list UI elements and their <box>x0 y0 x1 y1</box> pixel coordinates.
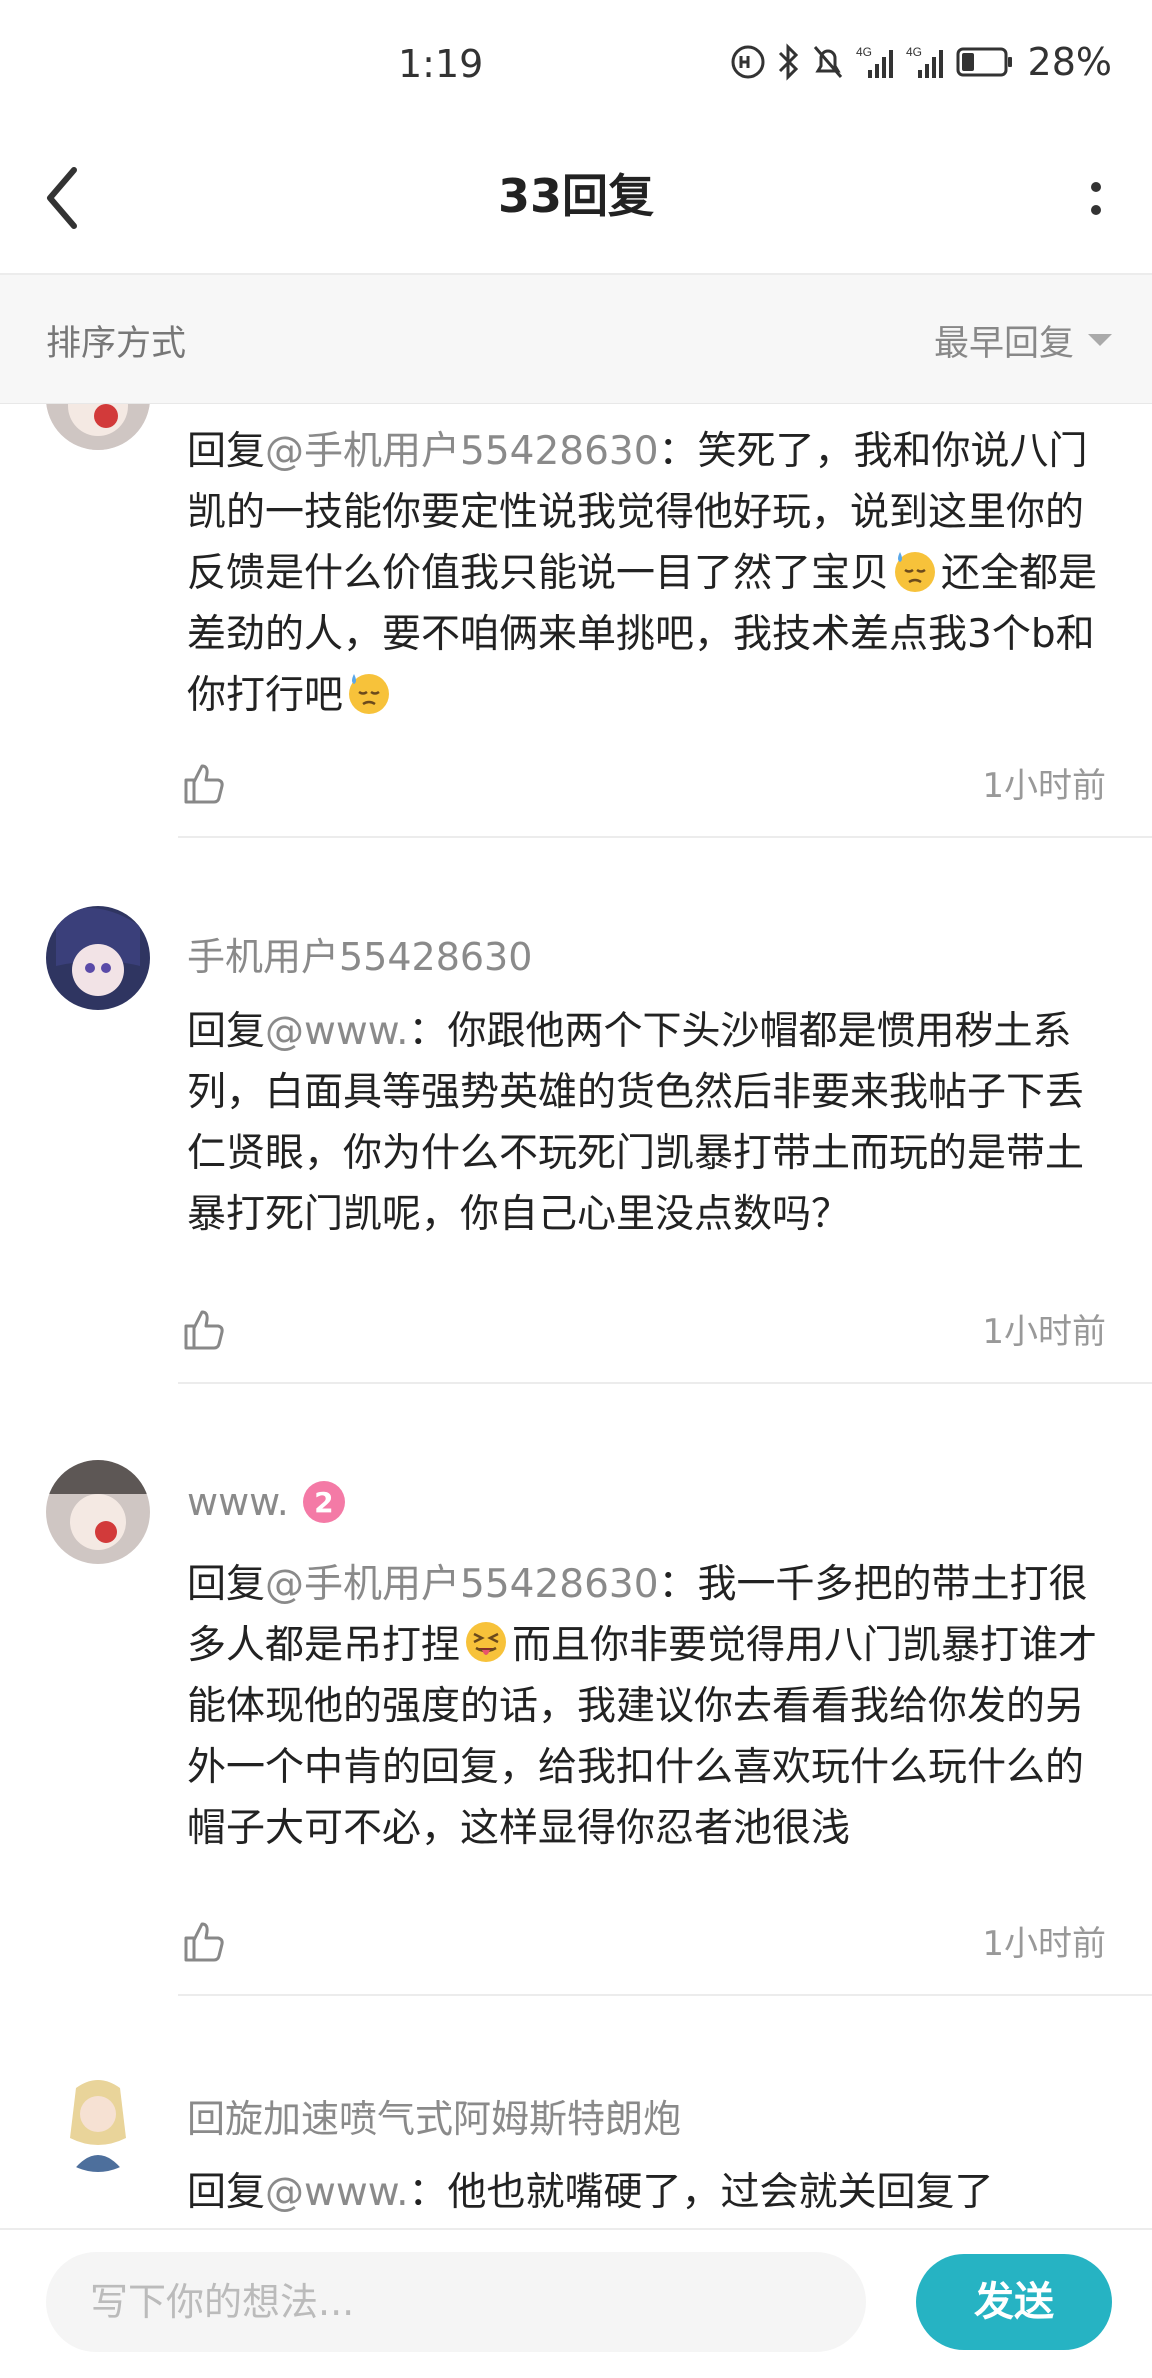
comment-list: 回复@手机用户55428630：笑死了，我和你说八门凯的一技能你要定性说我觉得他… <box>0 404 1152 2228</box>
avatar[interactable] <box>46 2068 150 2172</box>
status-bar: 1:19 4G 4G 28% <box>0 0 1152 130</box>
bluetooth-icon <box>778 43 798 81</box>
more-options-icon[interactable] <box>1086 170 1106 230</box>
reply-prefix: 回复 <box>187 1562 266 1607</box>
username[interactable]: www. 2 <box>187 1480 345 1524</box>
battery-icon <box>956 47 1012 77</box>
reply-prefix: 回复 <box>187 2170 266 2215</box>
comment-input-bar: 写下你的想法... 发送 <box>0 2228 1152 2378</box>
comment-text: 回复@手机用户55428630：我一千多把的带土打很多人都是吊打捏 而且你非要觉得… <box>187 1554 1102 1859</box>
username-text: www. <box>187 1480 289 1524</box>
signal-icon-2: 4G <box>906 45 943 78</box>
hd-call-icon <box>731 45 765 79</box>
title-bar: 33回复 <box>0 130 1152 275</box>
sweat-emoji-icon <box>895 552 936 592</box>
svg-text:4G: 4G <box>856 45 872 59</box>
username-text: 回旋加速喷气式阿姆斯特朗炮 <box>187 2097 682 2141</box>
dropdown-triangle-icon <box>1088 333 1112 346</box>
reply-mention[interactable]: @www. <box>265 2170 409 2215</box>
sort-value: 最早回复 <box>933 324 1074 364</box>
comment-time: 1小时前 <box>982 766 1106 806</box>
avatar[interactable] <box>46 906 150 1010</box>
avatar[interactable] <box>46 1460 150 1564</box>
sweat-emoji-icon <box>349 674 390 714</box>
tongue-out-emoji-icon <box>466 1622 507 1662</box>
divider <box>178 1994 1152 1996</box>
comment-text-part: ：他也就嘴硬了，过会就关回复了 <box>408 2170 994 2215</box>
reply-prefix: 回复 <box>187 1009 266 1054</box>
page-title: 33回复 <box>497 169 654 223</box>
reply-mention[interactable]: @手机用户55428630 <box>265 1562 659 1607</box>
level-badge: 2 <box>302 1481 345 1523</box>
sort-label: 排序方式 <box>46 324 187 364</box>
mute-bell-icon <box>813 46 842 78</box>
username[interactable]: 回旋加速喷气式阿姆斯特朗炮 <box>187 2088 681 2143</box>
signal-icon-1: 4G <box>856 45 893 78</box>
comment-text: 回复@手机用户55428630：笑死了，我和你说八门凯的一技能你要定性说我觉得他… <box>187 421 1102 726</box>
sort-bar: 排序方式 最早回复 <box>0 275 1152 404</box>
comment-time: 1小时前 <box>982 1924 1106 1964</box>
status-time: 1:19 <box>398 42 484 86</box>
reply-prefix: 回复 <box>187 429 266 474</box>
avatar[interactable] <box>46 404 150 450</box>
send-button[interactable]: 发送 <box>916 2254 1112 2350</box>
comment-text: 回复@www.：他也就嘴硬了，过会就关回复了 <box>187 2162 1102 2223</box>
comment-input[interactable]: 写下你的想法... <box>46 2252 866 2352</box>
sort-dropdown[interactable]: 最早回复 <box>934 315 1112 366</box>
username-text: 手机用户55428630 <box>187 935 533 979</box>
status-icons: 4G 4G 28% <box>730 40 1112 84</box>
like-thumb-icon[interactable] <box>180 1916 228 1964</box>
reply-mention[interactable]: @手机用户55428630 <box>265 429 659 474</box>
comment-time: 1小时前 <box>982 1312 1106 1352</box>
username[interactable]: 手机用户55428630 <box>187 926 532 981</box>
divider <box>178 836 1152 838</box>
svg-text:4G: 4G <box>906 45 922 59</box>
battery-percentage: 28% <box>1027 40 1112 84</box>
like-thumb-icon[interactable] <box>180 758 228 806</box>
like-thumb-icon[interactable] <box>180 1304 228 1352</box>
reply-mention[interactable]: @www. <box>265 1009 409 1054</box>
divider <box>178 1382 1152 1384</box>
comment-text: 回复@www.：你跟他两个下头沙帽都是惯用秽土系列，白面具等强势英雄的货色然后非… <box>187 1001 1102 1245</box>
